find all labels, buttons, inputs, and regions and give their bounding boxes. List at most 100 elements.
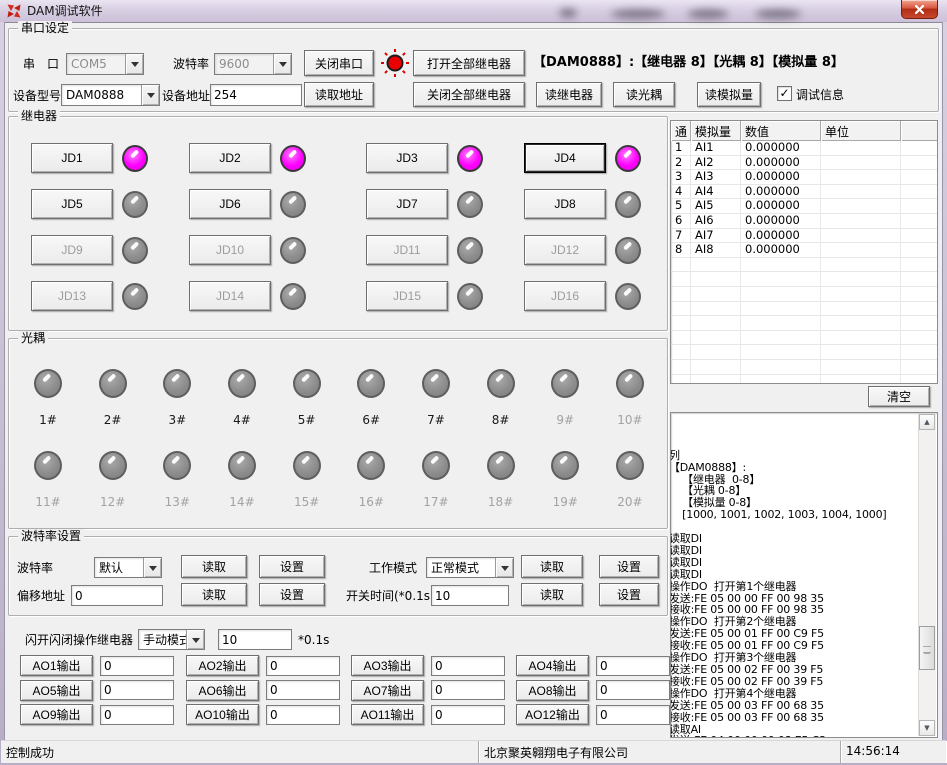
analog-output-input[interactable] [100,705,174,725]
relay-button[interactable]: JD16 [524,281,606,311]
analog-output-button[interactable]: AO4输出 [516,655,589,676]
analog-output-input[interactable] [431,656,505,676]
relay-button[interactable]: JD2 [189,143,271,173]
relay-button[interactable]: JD1 [31,143,113,173]
table-row[interactable] [671,331,937,346]
read-analog-button[interactable]: 读模拟量 [697,82,761,107]
analog-output-input[interactable] [431,705,505,725]
close-all-relays-button[interactable]: 关闭全部继电器 [413,82,525,107]
relay-button[interactable]: JD4 [524,143,606,173]
clear-log-button[interactable]: 清空 [868,386,930,407]
analog-output-input[interactable] [266,705,340,725]
table-row[interactable] [671,258,937,273]
close-button[interactable] [901,0,938,19]
switch-time-input[interactable] [431,585,509,606]
analog-output-button[interactable]: AO1输出 [20,655,93,676]
baudrate-select[interactable]: 9600 [214,53,292,75]
flash-time-input[interactable] [218,629,292,650]
chevron-down-icon[interactable] [495,558,513,577]
analog-output-button[interactable]: AO7输出 [351,680,424,701]
scroll-down-icon[interactable] [919,720,935,736]
baudrate-cfg-select[interactable]: 默认 [94,557,162,578]
table-row[interactable] [671,287,937,302]
baudrate-set-button[interactable]: 设置 [259,555,325,578]
analog-output-button[interactable]: AO10输出 [186,704,259,725]
offset-set-button[interactable]: 设置 [259,583,325,606]
chevron-down-icon[interactable] [186,630,204,649]
analog-output-input[interactable] [596,656,670,676]
analog-output-button[interactable]: AO8输出 [516,680,589,701]
table-row[interactable]: 5 AI5 0.000000 [671,199,937,214]
analog-output-input[interactable] [100,656,174,676]
relay-button[interactable]: JD3 [366,143,448,173]
log-scrollbar[interactable] [918,414,936,736]
flash-mode-select[interactable]: 手动模式 [138,629,205,650]
relay-button[interactable]: JD14 [189,281,271,311]
analog-output-input[interactable] [596,680,670,700]
table-row[interactable]: 7 AI7 0.000000 [671,229,937,244]
table-row[interactable]: 3 AI3 0.000000 [671,170,937,185]
table-row[interactable]: 4 AI4 0.000000 [671,185,937,200]
baudrate-read-button[interactable]: 读取 [181,555,247,578]
relay-button[interactable]: JD15 [366,281,448,311]
switch-time-read-button[interactable]: 读取 [521,583,583,606]
debug-log-box[interactable]: 列【DAM0888】: 【继电器 0-8】 【光耦 0-8】 【模拟量 0-8】… [670,412,938,738]
analog-output-button[interactable]: AO6输出 [186,680,259,701]
relay-button[interactable]: JD10 [189,235,271,265]
scrollbar-thumb[interactable] [919,626,935,670]
analog-output-input[interactable] [266,656,340,676]
chevron-down-icon[interactable] [143,558,161,577]
analog-output-button[interactable]: AO2输出 [186,655,259,676]
switch-time-set-button[interactable]: 设置 [599,583,659,606]
table-row[interactable]: 6 AI6 0.000000 [671,214,937,229]
table-row[interactable]: 8 AI8 0.000000 [671,243,937,258]
relay-button[interactable]: JD5 [31,189,113,219]
table-row[interactable]: 2 AI2 0.000000 [671,156,937,171]
analog-output-input[interactable] [596,705,670,725]
table-row[interactable]: 1 AI1 0.000000 [671,141,937,156]
relay-button[interactable]: JD7 [366,189,448,219]
relay-button[interactable]: JD12 [524,235,606,265]
col-header-channel[interactable]: 通 [671,121,691,141]
chevron-down-icon[interactable] [141,85,159,105]
table-row[interactable] [671,345,937,360]
scroll-up-icon[interactable] [919,414,935,430]
titlebar[interactable]: DAM调试软件 [0,0,947,23]
device-address-input[interactable] [210,84,302,106]
analog-output-button[interactable]: AO9输出 [20,704,93,725]
work-mode-select[interactable]: 正常模式 [426,557,514,578]
read-relays-button[interactable]: 读继电器 [536,82,602,107]
relay-button[interactable]: JD13 [31,281,113,311]
analog-output-button[interactable]: AO11输出 [351,704,424,725]
debug-info-checkbox[interactable] [777,86,792,101]
work-mode-set-button[interactable]: 设置 [599,555,659,578]
col-header-extra[interactable] [901,121,937,141]
col-header-value[interactable]: 数值 [741,121,821,141]
col-header-analog[interactable]: 模拟量 [691,121,741,141]
work-mode-read-button[interactable]: 读取 [521,555,583,578]
relay-button[interactable]: JD6 [189,189,271,219]
analog-output-input[interactable] [431,680,505,700]
table-row[interactable] [671,360,937,375]
offset-address-input[interactable] [71,585,163,606]
col-header-unit[interactable]: 单位 [821,121,901,141]
relay-button[interactable]: JD11 [366,235,448,265]
analog-output-input[interactable] [266,680,340,700]
relay-button[interactable]: JD9 [31,235,113,265]
open-all-relays-button[interactable]: 打开全部继电器 [413,50,525,76]
relay-button[interactable]: JD8 [524,189,606,219]
analog-output-button[interactable]: AO5输出 [20,680,93,701]
chevron-down-icon[interactable] [125,54,143,74]
read-opto-button[interactable]: 读光耦 [613,82,675,107]
table-row[interactable] [671,375,937,385]
table-row[interactable] [671,316,937,331]
serial-port-select[interactable]: COM5 [66,53,144,75]
table-row[interactable] [671,302,937,317]
chevron-down-icon[interactable] [273,54,291,74]
read-address-button[interactable]: 读取地址 [304,82,374,107]
device-model-select[interactable]: DAM0888 [61,84,160,106]
offset-read-button[interactable]: 读取 [181,583,247,606]
analog-output-input[interactable] [100,680,174,700]
analog-output-button[interactable]: AO3输出 [351,655,424,676]
table-row[interactable] [671,272,937,287]
